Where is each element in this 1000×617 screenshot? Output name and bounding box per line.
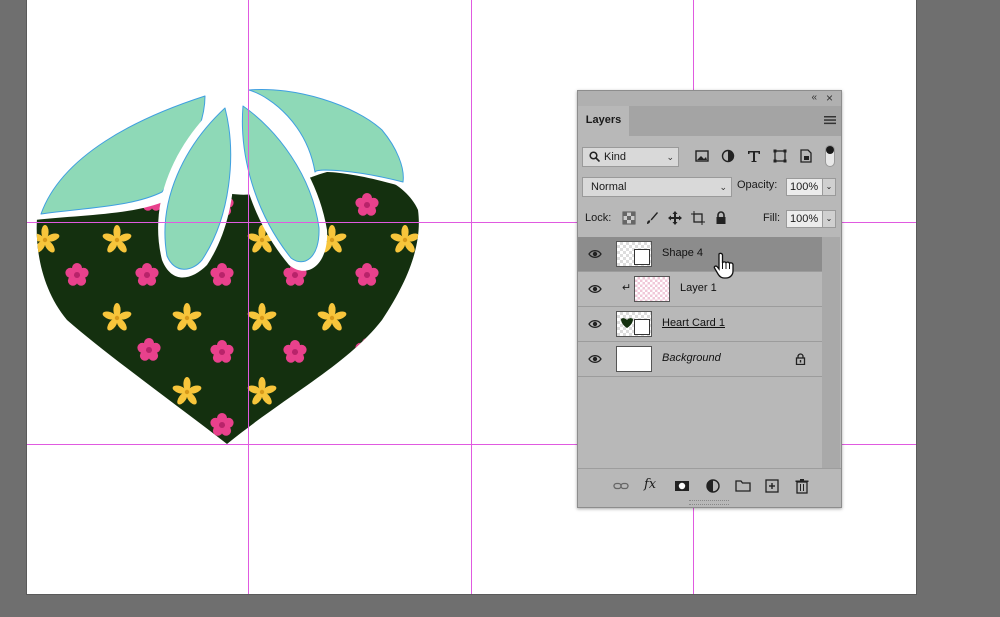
- kind-label: Kind: [604, 151, 627, 163]
- adjustment-icon[interactable]: [705, 478, 721, 494]
- heart-thumbnail-icon: [621, 318, 633, 328]
- type-filter-icon[interactable]: [746, 148, 762, 164]
- collapse-icon[interactable]: «: [811, 92, 817, 103]
- eye-icon[interactable]: [588, 318, 602, 330]
- guide-vertical-1: [248, 0, 249, 594]
- smart-object-badge-icon: [634, 249, 650, 265]
- resize-grip[interactable]: [689, 500, 729, 505]
- pixel-filter-icon[interactable]: [694, 148, 710, 164]
- close-icon[interactable]: ×: [826, 91, 833, 105]
- layer-row-layer-1[interactable]: ↵ Layer 1: [578, 272, 822, 307]
- lock-label: Lock:: [585, 212, 612, 224]
- guide-vertical-2: [471, 0, 472, 594]
- new-layer-icon[interactable]: [764, 478, 780, 494]
- mask-icon[interactable]: [674, 478, 690, 494]
- layer-name[interactable]: Heart Card 1: [662, 317, 725, 329]
- fill-input[interactable]: 100%: [786, 210, 823, 228]
- eye-icon[interactable]: [588, 353, 602, 365]
- opacity-dropdown-icon[interactable]: ⌄: [822, 178, 836, 196]
- hand-cursor-icon: [713, 252, 734, 279]
- chevron-down-icon: ⌄: [719, 182, 727, 192]
- tab-bar: Layers: [578, 106, 841, 136]
- opacity-input[interactable]: 100%: [786, 178, 823, 196]
- eye-icon[interactable]: [588, 248, 602, 260]
- layer-name[interactable]: Layer 1: [680, 282, 717, 294]
- folder-icon[interactable]: [735, 478, 751, 494]
- trash-icon[interactable]: [794, 478, 810, 494]
- layer-name[interactable]: Shape 4: [662, 247, 703, 259]
- shape-filter-icon[interactable]: [772, 148, 788, 164]
- panel-title-bar[interactable]: « ×: [578, 91, 841, 106]
- smart-object-badge-icon: [634, 319, 650, 335]
- lock-transparent-icon[interactable]: [622, 211, 636, 225]
- panel-menu-icon[interactable]: [824, 115, 836, 125]
- blend-mode-value: Normal: [591, 181, 627, 193]
- fill-dropdown-icon[interactable]: ⌄: [822, 210, 836, 228]
- lock-icon[interactable]: [795, 353, 806, 365]
- opacity-label: Opacity:: [737, 179, 778, 191]
- lock-brush-icon[interactable]: [645, 211, 659, 225]
- layer-thumbnail[interactable]: [634, 276, 670, 302]
- layer-row-background[interactable]: Background: [578, 342, 822, 377]
- kind-filter-select[interactable]: Kind ⌄: [582, 147, 679, 167]
- lock-artboard-icon[interactable]: [691, 211, 705, 225]
- layer-thumbnail[interactable]: [616, 311, 652, 337]
- blend-mode-select[interactable]: Normal ⌄: [582, 177, 732, 197]
- lock-row: Lock: Fill: 100% ⌄: [582, 209, 837, 231]
- tab-layers[interactable]: Layers: [578, 106, 629, 136]
- layers-list: Shape 4 ↵ Layer 1 Heart Card 1 Backgroun…: [578, 237, 822, 469]
- layer-thumbnail[interactable]: [616, 346, 652, 372]
- clipping-mask-icon: ↵: [622, 282, 632, 294]
- fx-icon[interactable]: fx: [644, 477, 660, 493]
- layer-row-shape-4[interactable]: Shape 4: [578, 237, 822, 272]
- chevron-down-icon: ⌄: [666, 152, 674, 162]
- adjustment-filter-icon[interactable]: [720, 148, 736, 164]
- link-icon[interactable]: [613, 478, 629, 494]
- layers-toolbar: fx: [578, 468, 841, 507]
- filter-toggle[interactable]: [825, 145, 835, 167]
- fill-label: Fill:: [763, 212, 781, 224]
- lock-move-icon[interactable]: [668, 211, 682, 225]
- search-icon: [589, 151, 600, 162]
- eye-icon[interactable]: [588, 283, 602, 295]
- layers-panel: « × Layers Kind ⌄ Normal ⌄ Opacity: 100%…: [577, 90, 842, 508]
- smart-object-filter-icon[interactable]: [798, 148, 814, 164]
- layer-name[interactable]: Background: [662, 352, 721, 364]
- blend-row: Normal ⌄ Opacity: 100% ⌄: [582, 177, 837, 199]
- lock-all-icon[interactable]: [714, 211, 728, 225]
- filter-row: Kind ⌄: [582, 145, 837, 169]
- layers-scrollbar[interactable]: [822, 237, 840, 469]
- layer-thumbnail[interactable]: [616, 241, 652, 267]
- layer-row-heart-card-1[interactable]: Heart Card 1: [578, 307, 822, 342]
